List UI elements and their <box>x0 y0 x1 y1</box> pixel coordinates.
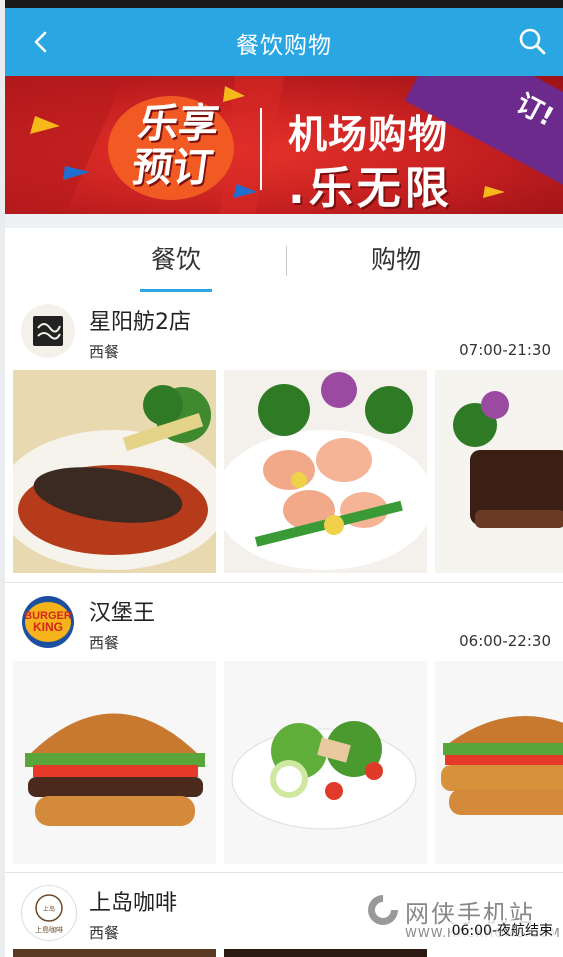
restaurant-name: 星阳舫2店 <box>89 310 191 335</box>
chicken-burger-image[interactable] <box>435 661 563 864</box>
tab-shopping[interactable]: 购物 <box>326 228 466 292</box>
whopper-burger-image[interactable] <box>13 661 216 864</box>
restaurant-card[interactable]: BURGER KING 汉堡王 西餐 06:00-22:30 <box>5 582 563 873</box>
app-bar: 餐饮购物 <box>5 8 563 76</box>
braised-beef-dish-image[interactable] <box>435 370 563 573</box>
category-tabs: 餐饮 购物 <box>5 228 563 293</box>
dish-image-partial[interactable] <box>13 949 216 957</box>
app-frame: 餐饮购物 乐享 预订 机场购物 .乐无限 订! 餐饮 购物 星阳舫2店 西餐 0… <box>5 0 563 957</box>
search-icon[interactable] <box>517 26 547 56</box>
burger-king-logo: BURGER KING <box>21 595 75 649</box>
sea-cucumber-dish-image[interactable] <box>13 370 216 573</box>
dish-gallery[interactable] <box>13 661 563 866</box>
banner-slogan-left: 乐享 预订 <box>129 101 222 191</box>
restaurant-name: 汉堡王 <box>89 601 156 626</box>
banner-slogan-right-2: .乐无限 <box>288 163 453 214</box>
banner-divider <box>260 108 262 190</box>
ueshima-logo-text-1: 上岛 <box>43 905 55 913</box>
page-title: 餐饮购物 <box>236 33 332 59</box>
promo-banner[interactable]: 乐享 预订 机场购物 .乐无限 订! <box>5 76 563 214</box>
garden-salad-image[interactable] <box>224 661 427 864</box>
restaurant-category: 西餐 <box>89 924 120 942</box>
status-bar <box>5 0 563 8</box>
ueshima-logo-text-2: 上島咖啡 <box>35 925 63 934</box>
tab-divider <box>286 246 287 276</box>
tab-dining[interactable]: 餐饮 <box>106 228 246 292</box>
restaurant-category: 西餐 <box>89 343 120 361</box>
dish-image-partial[interactable] <box>224 949 427 957</box>
restaurant-name: 上岛咖啡 <box>89 891 178 916</box>
ueshima-coffee-logo: 上岛 上島咖啡 <box>21 885 77 941</box>
shrimp-vegetable-dish-image[interactable] <box>224 370 427 573</box>
xingyangfang-logo <box>21 304 75 358</box>
dish-gallery[interactable] <box>13 370 563 575</box>
restaurant-hours: 06:00-夜航结束 <box>449 920 555 940</box>
restaurant-category: 西餐 <box>89 634 120 652</box>
burger-king-logo-text-2: KING <box>33 620 63 634</box>
watermark-logo-icon <box>368 895 398 925</box>
restaurant-hours: 06:00-22:30 <box>459 632 551 650</box>
restaurant-hours: 07:00-21:30 <box>459 341 551 359</box>
restaurant-card[interactable]: 星阳舫2店 西餐 07:00-21:30 <box>5 292 563 582</box>
